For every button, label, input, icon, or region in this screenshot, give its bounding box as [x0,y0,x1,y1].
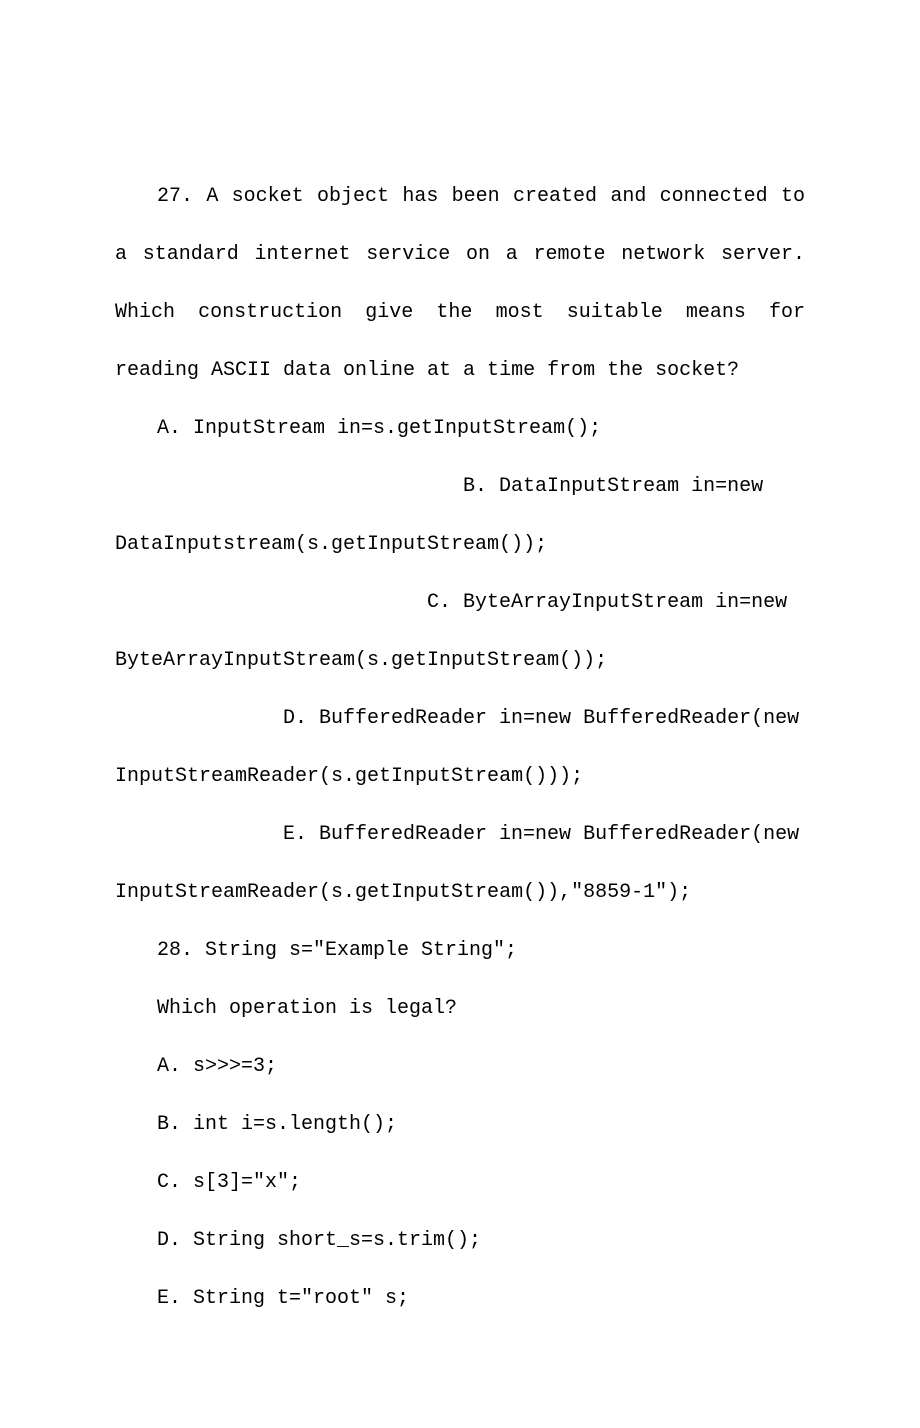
option-e-label: E. BufferedReader in=new BufferedReader(… [283,823,799,846]
question-27-option-b-line1: B. DataInputStream in=new [115,458,805,516]
question-27-option-c-line2: ByteArrayInputStream(s.getInputStream())… [115,632,805,690]
question-27-option-d-line1: D. BufferedReader in=new BufferedReader(… [115,690,805,748]
question-27-option-d-line2: InputStreamReader(s.getInputStream())); [115,748,805,806]
question-28-option-a: A. s>>>=3; [115,1038,805,1096]
question-28-option-d: D. String short_s=s.trim(); [115,1212,805,1270]
option-d-label: D. BufferedReader in=new BufferedReader(… [283,707,799,730]
question-28-subquestion: Which operation is legal? [115,980,805,1038]
question-27-option-c-line1: C. ByteArrayInputStream in=new [115,574,805,632]
question-28-option-e: E. String t="root" s; [115,1270,805,1328]
question-27-stem: 27. A socket object has been created and… [115,168,805,400]
document-page: 27. A socket object has been created and… [0,0,920,1428]
question-28-stem: 28. String s="Example String"; [115,922,805,980]
question-27-option-a: A. InputStream in=s.getInputStream(); [115,400,805,458]
question-27-option-e-line1: E. BufferedReader in=new BufferedReader(… [115,806,805,864]
question-28-option-b: B. int i=s.length(); [115,1096,805,1154]
option-b-label: B. DataInputStream in=new [463,475,763,498]
question-28-option-c: C. s[3]="x"; [115,1154,805,1212]
question-27-option-b-line2: DataInputstream(s.getInputStream()); [115,516,805,574]
option-c-label: C. ByteArrayInputStream in=new [427,591,787,614]
question-27-option-e-line2: InputStreamReader(s.getInputStream()),"8… [115,864,805,922]
